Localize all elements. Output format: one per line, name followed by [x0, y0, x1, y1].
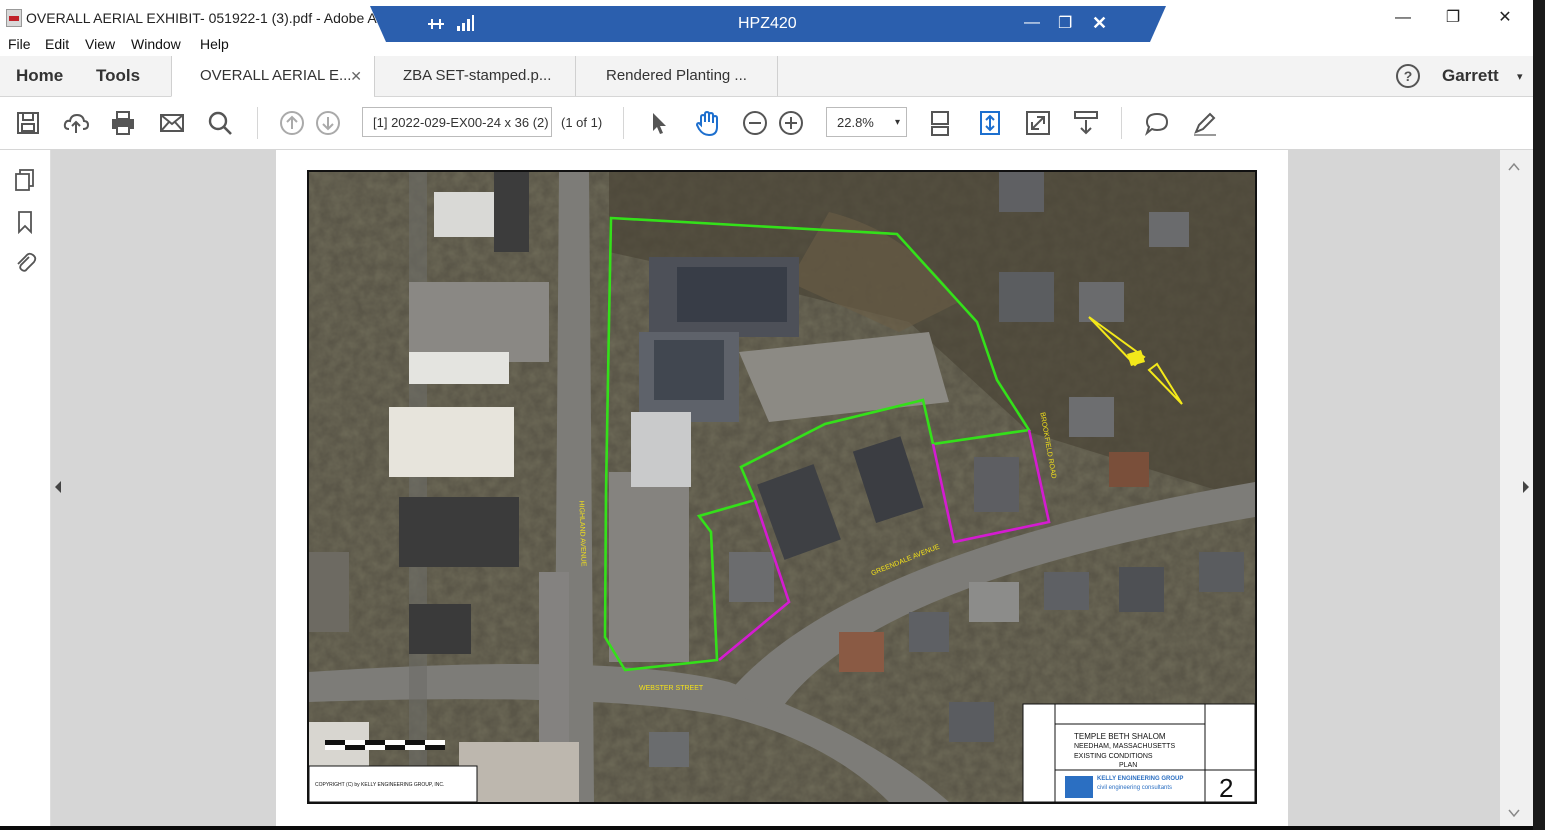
expand-right-pane-icon[interactable]: [1521, 480, 1531, 494]
page-count: (1 of 1): [561, 115, 603, 130]
menu-file[interactable]: File: [8, 36, 31, 52]
page-number-field[interactable]: [1] 2022-029-EX00-24 x 36 (2): [362, 107, 552, 137]
sheet-number: 2: [1219, 773, 1234, 803]
bookmark-icon[interactable]: [13, 210, 37, 234]
hand-tool-icon[interactable]: [693, 109, 721, 137]
remote-close-button[interactable]: ✕: [1092, 13, 1107, 34]
help-icon[interactable]: ?: [1396, 64, 1420, 88]
tools-tab[interactable]: Tools: [96, 66, 140, 86]
project-name: TEMPLE BETH SHALOM: [1074, 732, 1166, 741]
chevron-down-icon[interactable]: ▾: [1517, 70, 1523, 83]
tab-bar: Home Tools OVERALL AERIAL E... ✕ ZBA SET…: [0, 56, 1533, 97]
firm-subtitle: civil engineering consultants: [1097, 785, 1173, 791]
menu-edit[interactable]: Edit: [45, 36, 69, 52]
acrobat-window: OVERALL AERIAL EXHIBIT- 051922-1 (3).pdf…: [0, 0, 1533, 826]
highlight-pen-icon[interactable]: [1191, 109, 1219, 137]
remote-restore-button[interactable]: ❐: [1058, 13, 1072, 33]
scroll-mode-icon[interactable]: [926, 109, 954, 137]
collapse-left-pane-icon[interactable]: [53, 480, 63, 494]
copyright-note: COPYRIGHT (C) by KELLY ENGINEERING GROUP…: [315, 782, 445, 788]
scroll-up-icon[interactable]: [1508, 162, 1520, 172]
next-page-icon[interactable]: [314, 109, 342, 137]
close-button[interactable]: ✕: [1482, 6, 1528, 30]
toolbar-separator: [623, 107, 624, 139]
screen-edge: [1533, 0, 1545, 830]
toolbar-separator: [1121, 107, 1122, 139]
zoom-level-dropdown[interactable]: 22.8% ▾: [826, 107, 907, 137]
tab-close-icon[interactable]: ✕: [350, 56, 362, 96]
tab-label: Rendered Planting ...: [606, 67, 747, 84]
remote-minimize-button[interactable]: —: [1024, 14, 1040, 32]
scroll-down-icon[interactable]: [1508, 808, 1520, 818]
toolbar-separator: [257, 107, 258, 139]
street-label: WEBSTER STREET: [639, 685, 704, 692]
upload-cloud-icon[interactable]: [62, 109, 90, 137]
minimize-button[interactable]: —: [1380, 6, 1426, 30]
page-thumbnails-icon[interactable]: [13, 168, 37, 192]
email-icon[interactable]: [158, 109, 186, 137]
menu-window[interactable]: Window: [131, 36, 181, 52]
project-location: NEEDHAM, MASSACHUSETTS: [1074, 743, 1176, 750]
pin-icon[interactable]: [426, 16, 446, 32]
fit-page-icon[interactable]: [976, 109, 1004, 137]
search-icon[interactable]: [206, 109, 234, 137]
signal-strength-icon: [457, 15, 474, 31]
navigation-pane: [0, 150, 51, 826]
zoom-value: 22.8%: [837, 115, 874, 130]
menu-view[interactable]: View: [85, 36, 115, 52]
document-tab-zba-set[interactable]: ZBA SET-stamped.p...: [374, 56, 575, 96]
document-tab-rendered-planting[interactable]: Rendered Planting ...: [575, 56, 778, 96]
previous-page-icon[interactable]: [278, 109, 306, 137]
zoom-in-icon[interactable]: [777, 109, 805, 137]
comment-icon[interactable]: [1143, 109, 1171, 137]
print-icon[interactable]: [109, 109, 137, 137]
home-tab[interactable]: Home: [16, 66, 63, 86]
user-account-button[interactable]: Garrett: [1442, 66, 1499, 86]
remote-host-name: HPZ420: [738, 15, 797, 32]
tab-label: OVERALL AERIAL E...: [200, 67, 352, 84]
firm-name: KELLY ENGINEERING GROUP: [1097, 776, 1184, 782]
pdf-file-icon: [6, 9, 22, 27]
toolbar: [1] 2022-029-EX00-24 x 36 (2) (1 of 1) 2…: [0, 97, 1533, 150]
tab-label: ZBA SET-stamped.p...: [403, 67, 552, 84]
zoom-out-icon[interactable]: [741, 109, 769, 137]
save-icon[interactable]: [14, 109, 42, 137]
attachment-icon[interactable]: [13, 250, 37, 274]
window-title: OVERALL AERIAL EXHIBIT- 051922-1 (3).pdf…: [26, 10, 416, 26]
select-cursor-icon[interactable]: [645, 109, 673, 137]
sheet-title: EXISTING CONDITIONS: [1074, 753, 1153, 760]
read-mode-icon[interactable]: [1072, 109, 1100, 137]
document-tab-overall-aerial[interactable]: OVERALL AERIAL E... ✕: [171, 56, 374, 97]
restore-button[interactable]: ❐: [1430, 6, 1476, 30]
full-screen-icon[interactable]: [1024, 109, 1052, 137]
chevron-down-icon: ▾: [894, 117, 900, 128]
vertical-scrollbar[interactable]: [1500, 150, 1533, 826]
sheet-title-2: PLAN: [1119, 762, 1138, 769]
menu-help[interactable]: Help: [200, 36, 229, 52]
remote-connection-bar: HPZ420 — ❐ ✕: [370, 6, 1166, 42]
aerial-map: GREENDALE AVENUE BROOKFIELD ROAD HIGHLAN…: [307, 170, 1257, 804]
